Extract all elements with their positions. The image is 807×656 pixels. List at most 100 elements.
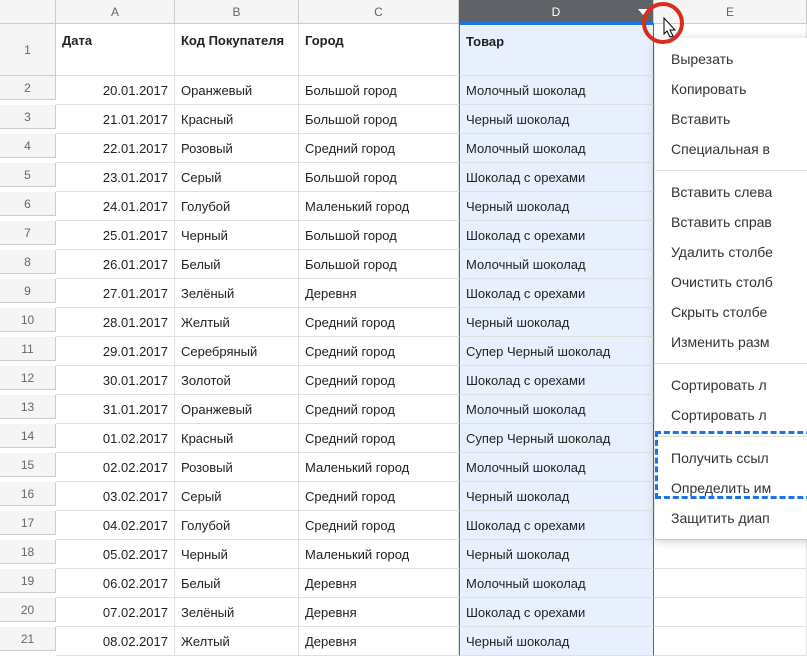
row-header-4[interactable]: 4 [0, 134, 56, 158]
cell-C5[interactable]: Большой город [299, 163, 459, 192]
menu-item[interactable]: Очистить столб [655, 267, 807, 297]
cell-B5[interactable]: Серый [175, 163, 299, 192]
cell-C11[interactable]: Средний город [299, 337, 459, 366]
col-header-C[interactable]: C [299, 0, 459, 24]
cell-D3[interactable]: Черный шоколад [459, 105, 654, 134]
menu-item[interactable]: Специальная в [655, 134, 807, 164]
row-header-3[interactable]: 3 [0, 105, 56, 129]
row-header-20[interactable]: 20 [0, 598, 56, 622]
cell-C10[interactable]: Средний город [299, 308, 459, 337]
cell-D16[interactable]: Черный шоколад [459, 482, 654, 511]
cell-A2[interactable]: 20.01.2017 [56, 76, 175, 105]
cell-B18[interactable]: Черный [175, 540, 299, 569]
cell-D8[interactable]: Молочный шоколад [459, 250, 654, 279]
cell-E21[interactable] [654, 627, 807, 656]
cell-B21[interactable]: Желтый [175, 627, 299, 656]
cell-D17[interactable]: Шоколад с орехами [459, 511, 654, 540]
cell-B10[interactable]: Желтый [175, 308, 299, 337]
cell-A9[interactable]: 27.01.2017 [56, 279, 175, 308]
cell-C13[interactable]: Средний город [299, 395, 459, 424]
cell-D15[interactable]: Молочный шоколад [459, 453, 654, 482]
cell-C8[interactable]: Большой город [299, 250, 459, 279]
menu-item[interactable]: Изменить разм [655, 327, 807, 357]
cell-C21[interactable]: Деревня [299, 627, 459, 656]
cell-A4[interactable]: 22.01.2017 [56, 134, 175, 163]
cell-D5[interactable]: Шоколад с орехами [459, 163, 654, 192]
cell-D18[interactable]: Черный шоколад [459, 540, 654, 569]
cell-C20[interactable]: Деревня [299, 598, 459, 627]
row-header-16[interactable]: 16 [0, 482, 56, 506]
cell-B8[interactable]: Белый [175, 250, 299, 279]
cell-B16[interactable]: Серый [175, 482, 299, 511]
row-header-7[interactable]: 7 [0, 221, 56, 245]
cell-C4[interactable]: Средний город [299, 134, 459, 163]
cell-B6[interactable]: Голубой [175, 192, 299, 221]
row-header-13[interactable]: 13 [0, 395, 56, 419]
header-cell-D[interactable]: Товар [459, 24, 654, 76]
cell-D13[interactable]: Молочный шоколад [459, 395, 654, 424]
cell-C19[interactable]: Деревня [299, 569, 459, 598]
cell-E19[interactable] [654, 569, 807, 598]
cell-C12[interactable]: Средний город [299, 366, 459, 395]
cell-B14[interactable]: Красный [175, 424, 299, 453]
cell-A14[interactable]: 01.02.2017 [56, 424, 175, 453]
cell-A11[interactable]: 29.01.2017 [56, 337, 175, 366]
cell-A18[interactable]: 05.02.2017 [56, 540, 175, 569]
row-header-15[interactable]: 15 [0, 453, 56, 477]
cell-B20[interactable]: Зелёный [175, 598, 299, 627]
header-cell-C[interactable]: Город [299, 24, 459, 76]
cell-D7[interactable]: Шоколад с орехами [459, 221, 654, 250]
cell-C16[interactable]: Средний город [299, 482, 459, 511]
row-header-9[interactable]: 9 [0, 279, 56, 303]
cell-B11[interactable]: Серебряный [175, 337, 299, 366]
cell-B17[interactable]: Голубой [175, 511, 299, 540]
menu-item[interactable]: Скрыть столбе [655, 297, 807, 327]
cell-D12[interactable]: Шоколад с орехами [459, 366, 654, 395]
cell-C9[interactable]: Деревня [299, 279, 459, 308]
cell-D19[interactable]: Молочный шоколад [459, 569, 654, 598]
cell-D9[interactable]: Шоколад с орехами [459, 279, 654, 308]
col-header-B[interactable]: B [175, 0, 299, 24]
cell-A10[interactable]: 28.01.2017 [56, 308, 175, 337]
cell-A12[interactable]: 30.01.2017 [56, 366, 175, 395]
menu-item[interactable]: Получить ссыл [655, 443, 807, 473]
menu-item[interactable]: Вставить [655, 104, 807, 134]
cell-A16[interactable]: 03.02.2017 [56, 482, 175, 511]
row-header-19[interactable]: 19 [0, 569, 56, 593]
cell-C14[interactable]: Средний город [299, 424, 459, 453]
row-header-11[interactable]: 11 [0, 337, 56, 361]
cell-E18[interactable] [654, 540, 807, 569]
cell-C6[interactable]: Маленький город [299, 192, 459, 221]
row-header-18[interactable]: 18 [0, 540, 56, 564]
cell-A3[interactable]: 21.01.2017 [56, 105, 175, 134]
cell-C18[interactable]: Маленький город [299, 540, 459, 569]
cell-B2[interactable]: Оранжевый [175, 76, 299, 105]
row-header-17[interactable]: 17 [0, 511, 56, 535]
select-all-corner[interactable] [0, 0, 56, 24]
header-cell-A[interactable]: Дата [56, 24, 175, 76]
menu-item[interactable]: Сортировать л [655, 400, 807, 430]
row-header-2[interactable]: 2 [0, 76, 56, 100]
col-header-D[interactable]: D [459, 0, 654, 24]
cell-D4[interactable]: Молочный шоколад [459, 134, 654, 163]
cell-D20[interactable]: Шоколад с орехами [459, 598, 654, 627]
cell-D6[interactable]: Черный шоколад [459, 192, 654, 221]
cell-A8[interactable]: 26.01.2017 [56, 250, 175, 279]
cell-D2[interactable]: Молочный шоколад [459, 76, 654, 105]
dropdown-arrow-icon[interactable] [637, 6, 649, 18]
cell-B13[interactable]: Оранжевый [175, 395, 299, 424]
cell-B19[interactable]: Белый [175, 569, 299, 598]
cell-B9[interactable]: Зелёный [175, 279, 299, 308]
cell-A17[interactable]: 04.02.2017 [56, 511, 175, 540]
menu-item[interactable]: Защитить диап [655, 503, 807, 533]
row-header-5[interactable]: 5 [0, 163, 56, 187]
cell-B15[interactable]: Розовый [175, 453, 299, 482]
menu-item[interactable]: Вставить слева [655, 177, 807, 207]
cell-B7[interactable]: Черный [175, 221, 299, 250]
menu-item[interactable]: Копировать [655, 74, 807, 104]
cell-D21[interactable]: Черный шоколад [459, 627, 654, 656]
cell-D11[interactable]: Супер Черный шоколад [459, 337, 654, 366]
cell-A20[interactable]: 07.02.2017 [56, 598, 175, 627]
row-header-14[interactable]: 14 [0, 424, 56, 448]
cell-E20[interactable] [654, 598, 807, 627]
